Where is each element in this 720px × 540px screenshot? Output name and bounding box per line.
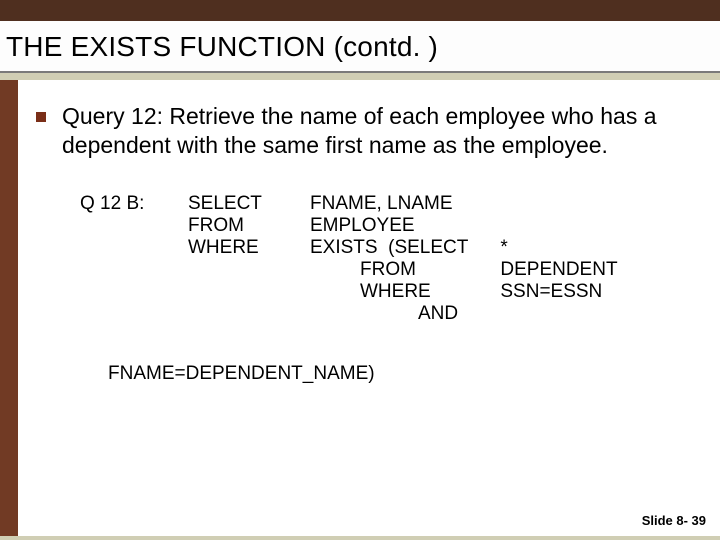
top-bar [0,0,720,21]
line-ssn: SSN=ESSN [500,281,617,303]
body-text: Query 12: Retrieve the name of each empl… [62,102,694,161]
content-area: Query 12: Retrieve the name of each empl… [18,80,720,536]
query-label: Q 12 B: [80,193,152,325]
query-col-keywords: SELECT FROM WHERE [188,193,278,325]
separator [0,73,720,80]
query-col-right: * DEPENDENT SSN=ESSN [500,193,617,325]
line-sub-where: WHERE [310,281,468,303]
query-closing: FNAME=DEPENDENT_NAME) [108,363,694,385]
spacer2 [500,215,617,237]
line-exists: EXISTS (SELECT [310,237,468,259]
line-sub-from: FROM [310,259,468,281]
kw-from: FROM [188,215,278,237]
slide-title: THE EXISTS FUNCTION (contd. ) [6,31,720,63]
title-band: THE EXISTS FUNCTION (contd. ) [0,21,720,73]
line-fname: FNAME, LNAME [310,193,468,215]
kw-where: WHERE [188,237,278,259]
kw-select: SELECT [188,193,278,215]
line-star: * [500,237,617,259]
left-accent-strip [0,80,18,536]
bullet-row: Query 12: Retrieve the name of each empl… [36,102,694,161]
bullet-icon [36,112,46,122]
query-block: Q 12 B: SELECT FROM WHERE FNAME, LNAME E… [80,193,694,325]
spacer1 [500,193,617,215]
line-dependent: DEPENDENT [500,259,617,281]
slide-number: Slide 8- 39 [642,513,706,528]
content-wrap: Query 12: Retrieve the name of each empl… [0,80,720,536]
line-employee: EMPLOYEE [310,215,468,237]
line-and: AND [310,303,468,325]
query-columns: SELECT FROM WHERE FNAME, LNAME EMPLOYEE … [188,193,618,325]
query-col-body: FNAME, LNAME EMPLOYEE EXISTS (SELECT FRO… [310,193,468,325]
